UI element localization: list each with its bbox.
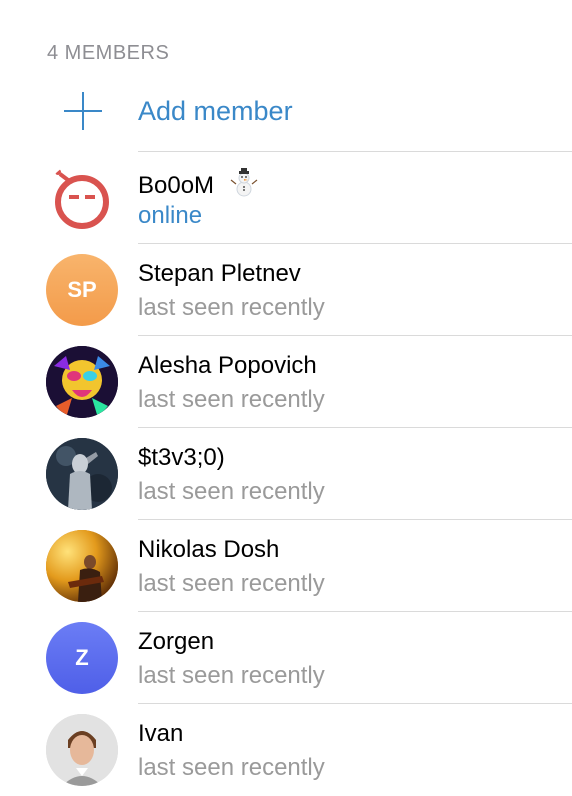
member-status: last seen recently — [138, 570, 325, 597]
member-status: last seen recently — [138, 294, 325, 321]
avatar-initials: SP — [67, 277, 97, 302]
add-member-label: Add member — [138, 96, 293, 126]
member-status: last seen recently — [138, 478, 325, 505]
member-row-boom[interactable]: Bo0oM online — [0, 152, 572, 244]
members-section-header: 4 MEMBERS — [47, 42, 170, 64]
member-row-zorgen[interactable]: Z Zorgen last seen recently — [0, 612, 572, 704]
member-name: $t3v3;0) — [138, 444, 225, 471]
member-name: Nikolas Dosh — [138, 536, 280, 563]
member-name-text: Bo0oM — [138, 171, 215, 199]
member-name: Zorgen — [138, 628, 215, 655]
add-member-button[interactable]: Add member — [0, 78, 572, 150]
member-row-ivan[interactable]: Ivan last seen recently — [0, 704, 572, 796]
avatar-initials: Z — [75, 645, 89, 670]
member-name: Bo0oM — [138, 168, 259, 205]
member-row-alesha-popovich[interactable]: Alesha Popovich last seen recently — [0, 336, 572, 428]
avatar[interactable] — [46, 438, 118, 510]
avatar[interactable]: SP — [46, 254, 118, 326]
avatar-image — [46, 438, 118, 510]
bomb-face-icon — [55, 169, 109, 229]
member-row-steve[interactable]: $t3v3;0) last seen recently — [0, 428, 572, 520]
avatar[interactable] — [46, 530, 118, 602]
member-name: Stepan Pletnev — [138, 260, 301, 287]
member-row-nikolas-dosh[interactable]: Nikolas Dosh last seen recently — [0, 520, 572, 612]
member-name: Alesha Popovich — [138, 352, 317, 379]
member-status: last seen recently — [138, 662, 325, 689]
avatar-image — [46, 530, 118, 602]
plus-icon — [64, 92, 102, 130]
avatar[interactable] — [46, 346, 118, 418]
member-status: last seen recently — [138, 754, 325, 781]
avatar[interactable]: Z — [46, 622, 118, 694]
avatar-image — [46, 714, 118, 786]
member-status: online — [138, 202, 203, 229]
avatar[interactable] — [46, 162, 118, 234]
member-row-stepan-pletnev[interactable]: SP Stepan Pletnev last seen recently — [0, 244, 572, 336]
avatar-image — [46, 346, 118, 418]
member-name: Ivan — [138, 720, 184, 747]
snowman-icon — [229, 168, 259, 205]
member-status: last seen recently — [138, 386, 325, 413]
avatar[interactable] — [46, 714, 118, 786]
